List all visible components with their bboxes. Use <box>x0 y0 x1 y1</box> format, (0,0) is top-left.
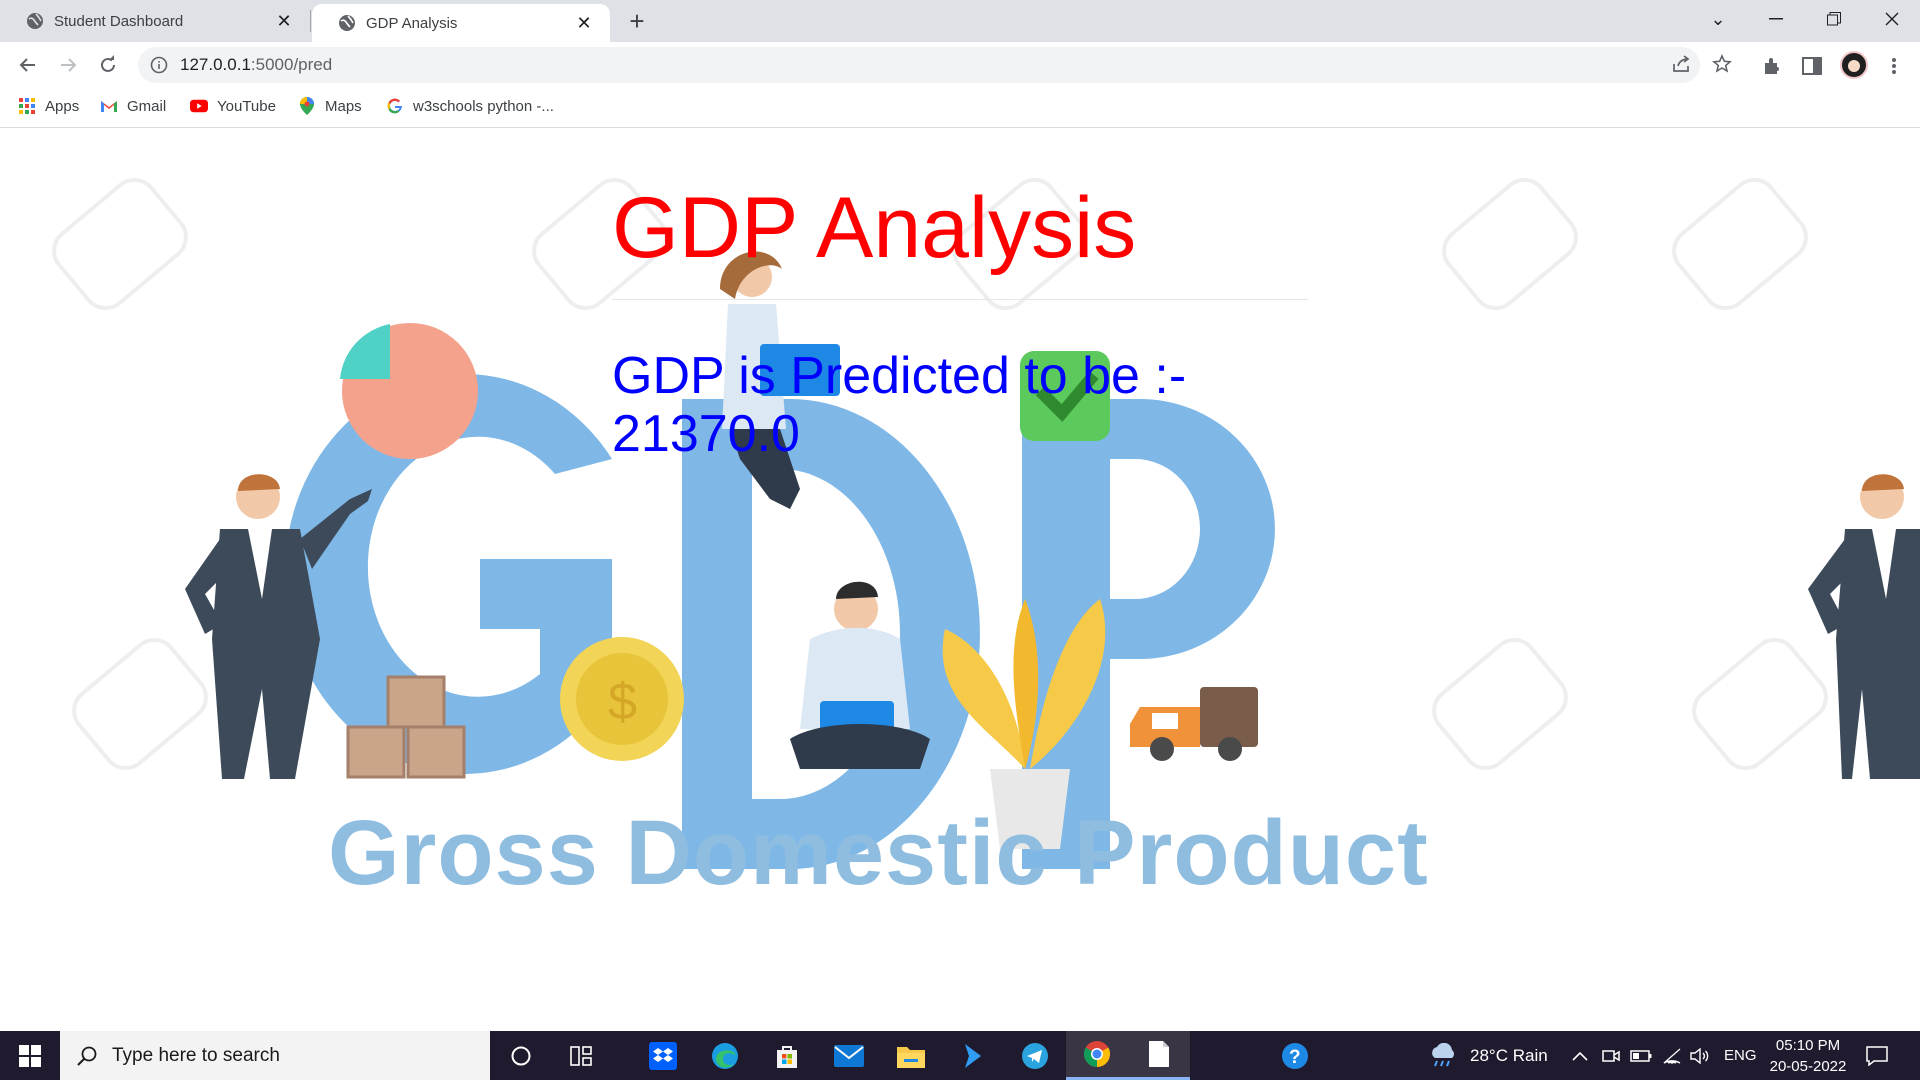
profile-avatar[interactable] <box>1840 51 1868 79</box>
bookmark-maps[interactable]: Maps <box>298 88 362 124</box>
tab-search-chevron-icon[interactable]: ⌄ <box>1690 0 1746 38</box>
store-icon[interactable] <box>756 1031 818 1080</box>
restore-icon <box>1827 12 1841 26</box>
reload-button[interactable] <box>92 49 124 81</box>
bookmark-label: Gmail <box>127 97 167 115</box>
dropbox-icon[interactable] <box>632 1031 694 1080</box>
url-host: 127.0.0.1 <box>180 55 251 74</box>
input-language[interactable]: ENG <box>1724 1031 1757 1080</box>
svg-text:$: $ <box>608 673 637 731</box>
notification-center-icon[interactable] <box>1866 1031 1888 1080</box>
site-info-icon[interactable] <box>150 56 168 74</box>
browser-toolbar: 127.0.0.1:5000/pred <box>0 42 1920 88</box>
avatar-face <box>1848 60 1860 72</box>
heading-divider <box>612 299 1308 300</box>
bookmark-label: Maps <box>325 97 362 115</box>
globe-icon <box>27 13 43 29</box>
close-tab-icon[interactable]: ✕ <box>272 9 296 33</box>
back-arrow-icon <box>19 58 35 72</box>
google-icon <box>386 97 404 115</box>
illustration-caption: Gross Domestic Product <box>328 802 1429 904</box>
bookmark-gmail[interactable]: Gmail <box>100 88 166 124</box>
search-placeholder: Type here to search <box>112 1044 280 1066</box>
wifi-icon[interactable] <box>1662 1031 1682 1080</box>
close-icon <box>1885 12 1899 26</box>
tab-title: GDP Analysis <box>366 14 458 32</box>
side-panel-icon[interactable] <box>1796 50 1828 82</box>
mail-icon[interactable] <box>818 1031 880 1080</box>
taskbar-search-box[interactable]: Type here to search <box>60 1031 490 1080</box>
show-hidden-icons-chevron[interactable] <box>1572 1031 1588 1080</box>
help-icon[interactable]: ? <box>1264 1031 1326 1080</box>
restore-button[interactable] <box>1806 0 1862 38</box>
close-tab-icon[interactable]: ✕ <box>572 11 596 35</box>
forward-button[interactable] <box>52 49 84 81</box>
maps-icon <box>298 97 316 115</box>
tab-student-dashboard[interactable]: Student Dashboard ✕ <box>0 0 310 42</box>
search-icon <box>77 1046 97 1066</box>
extensions-icon[interactable] <box>1756 50 1788 82</box>
notepad-icon[interactable] <box>1128 1031 1190 1080</box>
system-clock[interactable]: 05:10 PM 20-05-2022 <box>1766 1035 1850 1077</box>
bookmarks-bar: Apps Gmail YouTube Maps w3schools python… <box>0 88 1920 128</box>
clock-date: 20-05-2022 <box>1769 1058 1847 1075</box>
edge-icon[interactable] <box>694 1031 756 1080</box>
weather-widget[interactable]: 28°C Rain <box>1428 1031 1548 1080</box>
page-title: GDP Analysis <box>612 180 1137 276</box>
youtube-icon <box>190 97 208 115</box>
volume-icon[interactable] <box>1690 1031 1710 1080</box>
forward-arrow-icon <box>61 58 77 72</box>
bookmark-label: Apps <box>45 97 80 115</box>
battery-icon[interactable] <box>1630 1031 1652 1080</box>
bookmark-label: YouTube <box>217 97 276 115</box>
bookmark-apps[interactable]: Apps <box>18 88 79 124</box>
menu-kebab-icon[interactable] <box>1878 50 1910 82</box>
visual-studio-icon[interactable] <box>942 1031 1004 1080</box>
share-icon[interactable] <box>1666 48 1698 80</box>
tab-strip: Student Dashboard ✕ GDP Analysis ✕ + ⌄ <box>0 0 1920 42</box>
apps-grid-icon <box>18 97 36 115</box>
telegram-icon[interactable] <box>1004 1031 1066 1080</box>
url-text: 127.0.0.1:5000/pred <box>180 55 332 75</box>
rain-cloud-icon <box>1432 1042 1454 1066</box>
url-path: :5000/pred <box>250 55 333 74</box>
minimize-button[interactable] <box>1748 0 1804 38</box>
tab-separator <box>310 10 311 32</box>
bookmark-star-icon[interactable] <box>1706 48 1738 80</box>
tab-gdp-analysis[interactable]: GDP Analysis ✕ <box>312 4 610 42</box>
page-content: $ GDP Analysis GDP is Predicted to be:-… <box>0 129 1920 1031</box>
weather-text: 28°C Rain <box>1470 1045 1548 1065</box>
file-explorer-icon[interactable] <box>880 1031 942 1080</box>
gdp-prediction-result: GDP is Predicted to be :- 21370.0 <box>612 347 1187 463</box>
svg-text:?: ? <box>1289 1047 1301 1068</box>
back-button[interactable] <box>12 49 44 81</box>
reload-icon <box>101 55 115 72</box>
bookmark-w3schools[interactable]: w3schools python -... <box>386 88 554 124</box>
bookmark-youtube[interactable]: YouTube <box>190 88 276 124</box>
new-tab-button[interactable]: + <box>622 6 652 36</box>
cortana-icon[interactable] <box>490 1031 552 1080</box>
globe-icon <box>339 15 355 31</box>
close-window-button[interactable] <box>1864 0 1920 38</box>
meet-now-icon[interactable] <box>1602 1031 1620 1080</box>
chrome-icon[interactable] <box>1066 1031 1128 1080</box>
gmail-icon <box>100 97 118 115</box>
tab-title: Student Dashboard <box>54 12 184 30</box>
start-button[interactable] <box>0 1031 60 1080</box>
windows-logo-icon <box>19 1044 41 1067</box>
task-view-icon[interactable] <box>550 1031 612 1080</box>
address-bar[interactable]: 127.0.0.1:5000/pred <box>138 47 1700 83</box>
clock-time: 05:10 PM <box>1775 1037 1841 1054</box>
minimize-icon <box>1769 18 1783 20</box>
bookmark-label: w3schools python -... <box>413 97 554 115</box>
windows-taskbar: Type here to search ? 28°C Rain ENG 05:1… <box>0 1031 1920 1080</box>
